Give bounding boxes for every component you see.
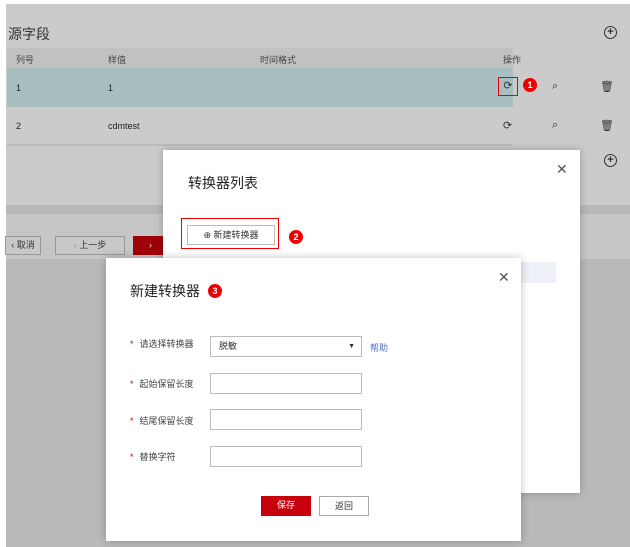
delete-icon[interactable]: 🗑 (600, 80, 614, 93)
step-badge-2: 2 (289, 230, 303, 244)
field-label-converter: * 请选择转换器 (130, 339, 194, 349)
help-link[interactable]: 帮助 (370, 341, 388, 354)
close-icon[interactable]: ✕ (556, 161, 568, 178)
step-badge-3: 3 (208, 284, 222, 298)
prev-button[interactable]: ‹ 上一步 (55, 236, 125, 255)
field-label-replace: * 替换字符 (130, 452, 176, 462)
close-icon[interactable]: ✕ (498, 269, 510, 286)
section-title: 源字段 (8, 26, 50, 42)
start-length-input[interactable] (210, 373, 362, 394)
prev-label: 上一步 (79, 240, 107, 250)
table-row[interactable] (7, 107, 513, 146)
end-length-input[interactable] (210, 409, 362, 430)
convert-icon[interactable]: ⟳ (503, 119, 512, 132)
cancel-label: 取消 (16, 240, 35, 250)
caret-down-icon: ▼ (348, 343, 355, 350)
dialog2-title: 新建转换器 (130, 283, 200, 299)
replace-char-input[interactable] (210, 446, 362, 467)
select-value: 脱敏 (219, 341, 238, 351)
field-label-end: * 结尾保留长度 (130, 416, 194, 426)
converter-select[interactable]: 脱敏 ▼ (210, 336, 362, 357)
new-converter-button[interactable]: ⊕ 新建转换器 (187, 225, 275, 245)
field-label-start: * 起始保留长度 (130, 379, 194, 389)
back-button[interactable]: 返回 (319, 496, 369, 516)
new-converter-label: 新建转换器 (213, 230, 259, 240)
step-badge-1: 1 (523, 78, 537, 92)
cell-col: 2 (16, 121, 22, 131)
cancel-button[interactable]: ‹ 取消 (5, 236, 41, 255)
plus-circle-icon: ⊕ (203, 230, 211, 240)
header-col: 列号 (16, 55, 35, 65)
header-actions: 操作 (503, 55, 522, 65)
search-icon[interactable]: ⌕ (552, 119, 558, 132)
table-row[interactable] (7, 68, 513, 107)
header-sample: 样值 (108, 55, 127, 65)
delete-icon[interactable]: 🗑 (600, 119, 614, 132)
save-button[interactable]: 保存 (261, 496, 311, 516)
list-header (520, 262, 556, 283)
add-row-icon[interactable]: + (604, 154, 617, 167)
dialog1-title: 转换器列表 (188, 175, 258, 191)
cell-sample: cdmtest (108, 121, 140, 131)
add-field-icon[interactable]: + (604, 26, 617, 39)
search-icon[interactable]: ⌕ (552, 80, 558, 93)
header-format: 时间格式 (260, 55, 297, 65)
cell-col: 1 (16, 83, 22, 93)
cell-sample: 1 (108, 83, 114, 93)
convert-icon[interactable]: ⟳ (498, 77, 518, 96)
